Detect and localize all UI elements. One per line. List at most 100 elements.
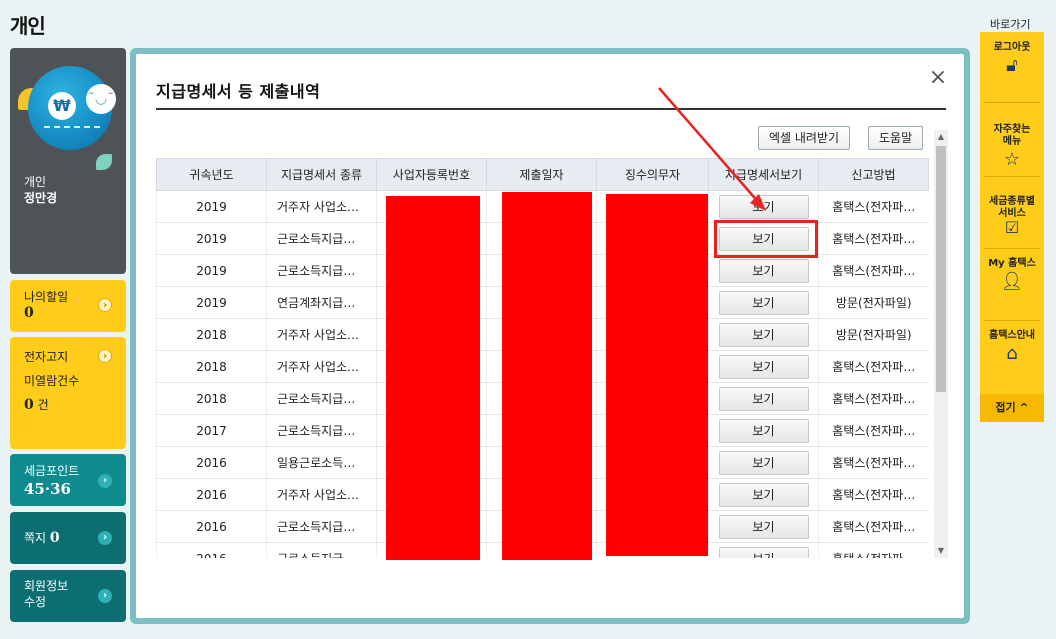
messages-box[interactable]: 쪽지 0 › — [10, 512, 126, 564]
type-cell: 근로소득지급… — [266, 382, 377, 415]
scroll-up-icon[interactable]: ▲ — [934, 130, 948, 144]
view-button[interactable]: 보기 — [718, 418, 809, 443]
leaf-decoration — [96, 154, 112, 170]
scroll-thumb[interactable] — [936, 146, 946, 392]
quick-favorites[interactable]: 자주찾는 메뉴 ☆ — [980, 112, 1044, 178]
quick-tax-services[interactable]: 세금종류별 서비스 ☑ — [980, 184, 1044, 246]
type-cell: 연금계좌지급… — [266, 286, 377, 319]
method-cell: 홈택스(전자파… — [818, 446, 929, 479]
page-title: 개인 — [10, 14, 46, 38]
profile-name: 정만경 — [24, 191, 58, 205]
divider — [984, 248, 1040, 249]
quick-hometax-guide[interactable]: 홈택스안내 ⌂ — [980, 330, 1044, 364]
method-cell: 홈택스(전자파… — [818, 382, 929, 415]
face-icon: ˘◡˘ — [86, 84, 116, 114]
year-cell: 2017 — [156, 414, 267, 447]
year-cell: 2016 — [156, 478, 267, 511]
column-header[interactable]: 지급명세서보기 — [708, 158, 819, 191]
column-header[interactable]: 사업자등록번호 — [376, 158, 487, 191]
chevron-right-icon: › — [98, 474, 112, 488]
view-button[interactable]: 보기 — [718, 258, 809, 283]
method-cell: 홈택스(전자파… — [818, 510, 929, 543]
method-cell: 홈택스(전자파… — [818, 254, 929, 287]
type-cell: 근로소득지급… — [266, 414, 377, 447]
method-cell: 홈택스(전자파… — [818, 350, 929, 383]
member-info-box[interactable]: 회원정보 › 수정 — [10, 570, 126, 622]
view-cell: 보기 — [708, 254, 819, 287]
type-cell: 근로소득지급… — [266, 542, 377, 558]
todo-box[interactable]: 나의할일 › 0 — [10, 280, 126, 332]
view-button[interactable]: 보기 — [718, 514, 809, 539]
quick-label: My 홈택스 — [988, 258, 1036, 269]
method-cell: 홈택스(전자파… — [818, 190, 929, 223]
view-button[interactable]: 보기 — [718, 354, 809, 379]
view-button[interactable]: 보기 — [718, 194, 809, 219]
chevron-right-icon: › — [98, 349, 112, 363]
quick-bar: 로그아웃 🔓︎ 자주찾는 메뉴 ☆ 세금종류별 서비스 ☑ My 홈택스 👤︎ … — [980, 32, 1044, 422]
column-header[interactable]: 제출일자 — [486, 158, 597, 191]
type-cell: 거주자 사업소… — [266, 318, 377, 351]
quick-logout[interactable]: 로그아웃 🔓︎ — [980, 42, 1044, 76]
table-scrollbar[interactable]: ▲ ▼ — [934, 130, 948, 558]
method-cell: 방문(전자파일) — [818, 286, 929, 319]
view-button[interactable]: 보기 — [718, 450, 809, 475]
quick-my-hometax[interactable]: My 홈택스 👤︎ — [980, 258, 1044, 291]
view-button[interactable]: 보기 — [718, 322, 809, 347]
checkbox-icon: ☑ — [1004, 218, 1020, 237]
notice-unit: 건 — [37, 398, 49, 412]
year-cell: 2016 — [156, 510, 267, 543]
profile-globe-icon: ₩ ˘◡˘ — [28, 66, 116, 150]
tax-points-box[interactable]: 세금포인트 › 45·36 — [10, 454, 126, 506]
chevron-right-icon: › — [98, 298, 112, 312]
close-icon[interactable]: × — [928, 67, 948, 89]
quick-label: 로그아웃 — [993, 42, 1031, 53]
view-cell: 보기 — [708, 446, 819, 479]
scroll-down-icon[interactable]: ▼ — [934, 544, 948, 558]
type-cell: 거주자 사업소… — [266, 190, 377, 223]
collapse-button[interactable]: 접기 ^ — [980, 394, 1044, 422]
excel-download-button[interactable]: 엑셀 내려받기 — [758, 126, 851, 150]
column-header[interactable]: 신고방법 — [818, 158, 929, 191]
help-button[interactable]: 도움말 — [868, 126, 924, 150]
view-cell: 보기 — [708, 510, 819, 543]
type-cell: 거주자 사업소… — [266, 350, 377, 383]
year-cell: 2019 — [156, 190, 267, 223]
notice-sublabel: 미열람건수 — [24, 374, 80, 388]
view-button-highlight — [714, 220, 818, 258]
method-cell: 홈택스(전자파… — [818, 414, 929, 447]
view-button[interactable]: 보기 — [718, 482, 809, 507]
column-header[interactable]: 지급명세서 종류 — [266, 158, 377, 191]
dashes-decoration — [44, 126, 100, 128]
method-cell: 방문(전자파일) — [818, 318, 929, 351]
view-cell: 보기 — [708, 350, 819, 383]
unlock-icon: 🔓︎ — [1006, 55, 1018, 76]
submission-history-modal: 지급명세서 등 제출내역 × 엑셀 내려받기 도움말 귀속년도 지급명세서 종류… — [136, 54, 964, 618]
quick-label: 자주찾는 메뉴 — [993, 124, 1031, 147]
view-button[interactable]: 보기 — [718, 546, 809, 558]
year-cell: 2016 — [156, 446, 267, 479]
type-cell: 근로소득지급… — [266, 222, 377, 255]
type-cell: 근로소득지급… — [266, 254, 377, 287]
chevron-right-icon: › — [98, 589, 112, 603]
type-cell: 근로소득지급… — [266, 510, 377, 543]
column-header[interactable]: 귀속년도 — [156, 158, 267, 191]
star-icon: ☆ — [1003, 149, 1021, 170]
table-header-row: 귀속년도 지급명세서 종류 사업자등록번호 제출일자 징수의무자 지급명세서보기… — [156, 158, 929, 191]
modal-title: 지급명세서 등 제출내역 — [156, 82, 321, 101]
view-cell: 보기 — [708, 414, 819, 447]
year-cell: 2018 — [156, 382, 267, 415]
messages-count: 0 — [49, 530, 60, 546]
quickbar-title: 바로가기 — [990, 18, 1031, 31]
view-cell: 보기 — [708, 478, 819, 511]
house-icon: ⌂ — [1006, 343, 1018, 364]
year-cell: 2018 — [156, 350, 267, 383]
year-cell: 2019 — [156, 286, 267, 319]
year-cell: 2019 — [156, 254, 267, 287]
view-button[interactable]: 보기 — [718, 290, 809, 315]
column-header[interactable]: 징수의무자 — [596, 158, 709, 191]
chevron-right-icon: › — [98, 531, 112, 545]
quick-label: 홈택스안내 — [989, 330, 1035, 341]
won-icon: ₩ — [48, 92, 76, 120]
notice-box[interactable]: 전자고지 › 미열람건수 0 건 — [10, 337, 126, 449]
view-button[interactable]: 보기 — [718, 386, 809, 411]
